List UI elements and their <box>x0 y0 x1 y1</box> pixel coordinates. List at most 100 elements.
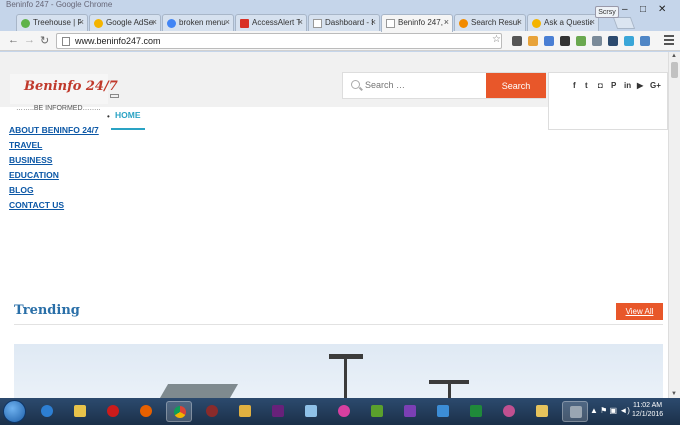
youtube-icon[interactable]: ▶ <box>637 81 643 90</box>
treehouse-icon <box>21 19 30 28</box>
trending-image[interactable] <box>14 344 663 398</box>
user-profile-button[interactable]: Scrsy <box>595 6 619 18</box>
paint-icon[interactable] <box>232 401 258 422</box>
close-window-icon[interactable]: ✕ <box>658 4 666 15</box>
audio-icon[interactable] <box>496 401 522 422</box>
folder-icon[interactable] <box>529 401 555 422</box>
pinterest-icon[interactable]: P <box>611 81 616 90</box>
linkedin-icon[interactable]: in <box>624 81 631 90</box>
eyedropper-icon[interactable] <box>560 36 570 46</box>
extension-icon[interactable] <box>640 36 650 46</box>
star-icon <box>459 19 468 28</box>
visual-studio-icon[interactable] <box>265 401 291 422</box>
taskbar-clock[interactable]: 11:02 AM 12/1/2016 <box>632 401 663 419</box>
app-icon[interactable] <box>199 401 225 422</box>
tab-broken-menu[interactable]: broken menu × <box>162 14 234 31</box>
site-tagline: ……..BE INFORMED…….. <box>16 105 101 112</box>
extension-icon[interactable] <box>576 36 586 46</box>
facebook-icon[interactable]: f <box>573 81 576 90</box>
scroll-down-icon[interactable]: ▼ <box>671 391 677 397</box>
explorer-icon[interactable] <box>67 401 93 422</box>
tab-search-results[interactable]: Search Results × <box>454 14 526 31</box>
excel-icon[interactable] <box>463 401 489 422</box>
google-plus-icon[interactable]: G+ <box>650 81 661 90</box>
main-menu: ABOUT BENINFO 24/7 TRAVEL BUSINESS EDUCA… <box>9 125 99 215</box>
nav-bullet: • <box>107 112 110 121</box>
app2-icon[interactable] <box>331 401 357 422</box>
extension-icon[interactable] <box>592 36 602 46</box>
tab-close-icon[interactable]: × <box>371 17 376 27</box>
scroll-thumb[interactable] <box>671 62 678 78</box>
tab-close-icon[interactable]: × <box>79 17 84 27</box>
page-scrollbar[interactable]: ▲ ▼ <box>668 52 680 398</box>
back-icon[interactable]: ← <box>8 34 19 46</box>
tab-beninfo[interactable]: Beninfo 247, C × <box>381 14 453 32</box>
tab-dashboard[interactable]: Dashboard - B × <box>308 14 380 31</box>
site-logo[interactable]: Beninfo 24/7 <box>24 79 118 94</box>
web-page: Beninfo 24/7 ……..BE INFORMED…….. Search … <box>0 52 668 398</box>
search-input[interactable] <box>365 80 475 90</box>
tab-label: AccessAlert Ti <box>252 18 300 27</box>
twitter-icon[interactable]: t <box>585 81 588 90</box>
tab-close-icon[interactable]: × <box>225 17 230 27</box>
forward-icon[interactable]: → <box>24 34 35 46</box>
instagram-icon[interactable]: ◘ <box>598 81 603 90</box>
menu-item-education[interactable]: EDUCATION <box>9 170 99 185</box>
tab-close-icon[interactable]: × <box>298 17 303 27</box>
tab-strip: Beninfo 247 - Google Chrome Treehouse | … <box>0 0 680 32</box>
tab-close-icon[interactable]: × <box>517 17 522 27</box>
menu-toggle[interactable] <box>110 94 119 98</box>
scroll-up-icon[interactable]: ▲ <box>671 53 677 59</box>
view-all-button[interactable]: View All <box>616 303 663 320</box>
roof <box>159 384 239 398</box>
extension-icon[interactable] <box>624 36 634 46</box>
menu-item-business[interactable]: BUSINESS <box>9 155 99 170</box>
search-button[interactable]: Search <box>486 73 546 98</box>
question-icon <box>532 19 541 28</box>
tab-close-icon[interactable]: × <box>444 17 449 27</box>
lamp-pole <box>448 384 451 398</box>
tab-accessalert[interactable]: AccessAlert Ti × <box>235 14 307 31</box>
minimize-icon[interactable]: – <box>622 4 628 15</box>
tab-label: Google AdSens <box>106 18 154 27</box>
tab-adsense[interactable]: Google AdSens × <box>89 14 161 31</box>
address-bar[interactable]: www.beninfo247.com <box>56 33 502 49</box>
tab-ask-question[interactable]: Ask a Question × <box>527 14 599 31</box>
ie-icon[interactable] <box>34 401 60 422</box>
browser-toolbar: ← → ↻ www.beninfo247.com ☆ <box>0 31 680 51</box>
extension-icon[interactable] <box>528 36 538 46</box>
tab-close-icon[interactable]: × <box>590 17 595 27</box>
box-icon[interactable] <box>298 401 324 422</box>
tab-treehouse[interactable]: Treehouse | Re × <box>16 14 88 31</box>
tab-close-icon[interactable]: × <box>152 17 157 27</box>
menu-item-travel[interactable]: TRAVEL <box>9 140 99 155</box>
chart-app-icon[interactable] <box>364 401 390 422</box>
maximize-icon[interactable]: □ <box>640 4 646 15</box>
chrome-icon[interactable] <box>166 401 192 422</box>
system-tray-icons[interactable]: ▲ ⚑ ▣ ◄) <box>590 406 630 415</box>
chrome-menu-icon[interactable] <box>664 35 674 47</box>
menu-item-contact[interactable]: CONTACT US <box>9 200 99 215</box>
firefox-icon[interactable] <box>133 401 159 422</box>
menu-item-blog[interactable]: BLOG <box>9 185 99 200</box>
tab-label: Beninfo 247, C <box>398 18 446 27</box>
vs-blend-icon[interactable] <box>397 401 423 422</box>
page-icon <box>386 19 395 28</box>
opera-icon[interactable] <box>100 401 126 422</box>
page-info-icon[interactable] <box>62 37 70 46</box>
extension-icon[interactable] <box>544 36 554 46</box>
bookmark-star-icon[interactable]: ☆ <box>492 34 501 45</box>
reload-icon[interactable]: ↻ <box>40 34 49 47</box>
extension-icon[interactable] <box>512 36 522 46</box>
nav-home-link[interactable]: HOME <box>111 110 145 130</box>
control-panel-icon[interactable] <box>562 401 588 422</box>
new-tab-button[interactable] <box>612 17 636 29</box>
extension-icon[interactable] <box>608 36 618 46</box>
divider <box>14 324 663 325</box>
menu-item-about[interactable]: ABOUT BENINFO 24/7 <box>9 125 99 140</box>
tab-label: Dashboard - B <box>325 18 373 27</box>
photo-app-icon[interactable] <box>430 401 456 422</box>
windows-taskbar: ▲ ⚑ ▣ ◄) 11:02 AM 12/1/2016 <box>0 398 680 425</box>
start-button[interactable] <box>3 400 26 423</box>
page-icon <box>313 19 322 28</box>
